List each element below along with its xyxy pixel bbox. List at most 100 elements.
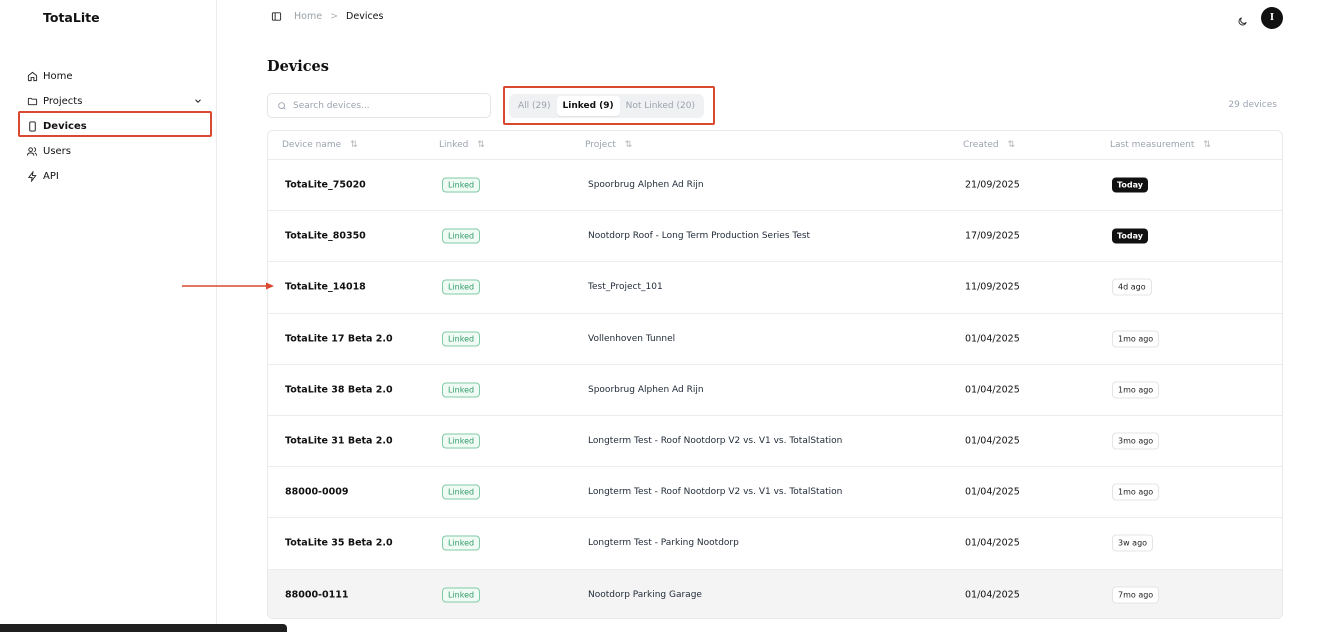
linked-cell: Linked	[442, 382, 481, 398]
column-label: Last measurement	[1110, 140, 1195, 150]
linked-cell: Linked	[442, 279, 481, 295]
device-name[interactable]: TotaLite 17 Beta 2.0	[285, 333, 393, 344]
annotation-arrow-icon	[182, 282, 274, 290]
last-measurement-cell: 3w ago	[1112, 534, 1154, 552]
project-name[interactable]: Nootdorp Parking Garage	[588, 590, 702, 600]
last-measurement-badge: 1mo ago	[1112, 483, 1160, 501]
sort-icon[interactable]: ⇅	[477, 140, 485, 150]
last-measurement-cell: 1mo ago	[1112, 483, 1160, 501]
device-name[interactable]: TotaLite 38 Beta 2.0	[285, 384, 393, 395]
brand-logo[interactable]: TotaLite	[43, 10, 100, 25]
last-measurement-badge: 1mo ago	[1112, 330, 1160, 348]
created-date: 01/04/2025	[965, 384, 1020, 396]
status-badge: Linked	[442, 177, 481, 193]
sidebar-toggle-icon[interactable]	[271, 11, 282, 22]
table-row[interactable]: TotaLite 38 Beta 2.0 Linked Spoorbrug Alph…	[268, 365, 1282, 416]
table-row[interactable]: 88000-0009 Linked Longterm Test - Roof Noo…	[268, 467, 1282, 519]
status-badge: Linked	[442, 535, 481, 551]
sort-icon[interactable]: ⇅	[625, 140, 633, 150]
breadcrumb-separator: >	[330, 11, 339, 22]
last-measurement-badge: Today	[1112, 177, 1148, 193]
column-last-measurement[interactable]: Last measurement ⇅	[1110, 140, 1211, 150]
table-body: TotaLite_75020 Linked Spoorbrug Alphen Ad …	[268, 160, 1282, 618]
table-row[interactable]: TotaLite_14018 Linked Test_Project_101 11/0…	[268, 262, 1282, 314]
sort-icon[interactable]: ⇅	[1203, 140, 1211, 150]
page-title: Devices	[267, 58, 329, 75]
status-badge: Linked	[442, 587, 481, 603]
breadcrumb-current: Devices	[346, 11, 384, 22]
last-measurement-cell: 1mo ago	[1112, 381, 1160, 399]
device-name[interactable]: 88000-0111	[285, 590, 348, 601]
project-name[interactable]: Spoorbrug Alphen Ad Rijn	[588, 385, 704, 395]
sidebar-item-users[interactable]: Users	[18, 139, 211, 164]
devices-highlight-box	[18, 111, 212, 137]
table-row[interactable]: TotaLite 17 Beta 2.0 Linked Vollenhoven Tu…	[268, 314, 1282, 365]
created-date: 01/04/2025	[965, 537, 1020, 549]
sort-icon[interactable]: ⇅	[1008, 140, 1016, 150]
status-badge: Linked	[442, 382, 481, 398]
column-created[interactable]: Created ⇅	[963, 140, 1015, 150]
device-name[interactable]: 88000-0009	[285, 487, 348, 498]
chevron-down-icon[interactable]	[193, 96, 203, 106]
created-date: 01/04/2025	[965, 333, 1020, 345]
status-badge: Linked	[442, 228, 481, 244]
linked-cell: Linked	[442, 433, 481, 449]
breadcrumb-home[interactable]: Home	[294, 11, 322, 22]
table-row[interactable]: TotaLite_80350 Linked Nootdorp Roof - Long…	[268, 211, 1282, 263]
last-measurement-badge: 3w ago	[1112, 534, 1154, 552]
device-name[interactable]: TotaLite_75020	[285, 180, 366, 191]
device-name[interactable]: TotaLite_80350	[285, 231, 366, 242]
device-name[interactable]: TotaLite_14018	[285, 282, 366, 293]
sidebar: TotaLite Home Projects Devices Users API	[0, 0, 217, 632]
sidebar-item-home[interactable]: Home	[18, 64, 211, 89]
linked-cell: Linked	[442, 177, 481, 193]
column-device-name[interactable]: Device name ⇅	[282, 140, 358, 150]
status-badge: Linked	[442, 331, 481, 347]
table-row[interactable]: TotaLite 31 Beta 2.0 Linked Longterm Test …	[268, 416, 1282, 468]
last-measurement-cell: 4d ago	[1112, 278, 1152, 296]
column-label: Project	[585, 140, 616, 150]
created-date: 01/04/2025	[965, 589, 1020, 601]
project-name[interactable]: Longterm Test - Roof Nootdorp V2 vs. V1 …	[588, 436, 842, 446]
users-icon	[26, 146, 38, 158]
project-name[interactable]: Nootdorp Roof - Long Term Production Ser…	[588, 231, 810, 241]
search-input[interactable]	[293, 100, 473, 111]
sidebar-item-label: Projects	[43, 96, 83, 107]
sidebar-item-label: Home	[43, 71, 73, 82]
project-name[interactable]: Longterm Test - Roof Nootdorp V2 vs. V1 …	[588, 487, 842, 497]
project-name[interactable]: Longterm Test - Parking Nootdorp	[588, 538, 739, 548]
status-bar	[0, 624, 287, 632]
created-date: 11/09/2025	[965, 281, 1020, 293]
home-icon	[26, 71, 38, 83]
sidebar-item-label: API	[43, 171, 59, 182]
sidebar-item-api[interactable]: API	[18, 164, 211, 189]
sort-icon[interactable]: ⇅	[350, 140, 358, 150]
device-name[interactable]: TotaLite 31 Beta 2.0	[285, 436, 393, 447]
last-measurement-cell: 7mo ago	[1112, 586, 1160, 604]
project-name[interactable]: Vollenhoven Tunnel	[588, 334, 675, 344]
table-row[interactable]: TotaLite 35 Beta 2.0 Linked Longterm Test …	[268, 518, 1282, 570]
column-linked[interactable]: Linked ⇅	[439, 140, 485, 150]
device-name[interactable]: TotaLite 35 Beta 2.0	[285, 538, 393, 549]
linked-cell: Linked	[442, 331, 481, 347]
avatar[interactable]: I	[1261, 7, 1283, 29]
created-date: 21/09/2025	[965, 179, 1020, 191]
created-date: 01/04/2025	[965, 486, 1020, 498]
last-measurement-badge: 7mo ago	[1112, 586, 1160, 604]
folder-icon	[26, 96, 38, 108]
table-row[interactable]: 88000-0111 Linked Nootdorp Parking Garage 0…	[268, 569, 1282, 618]
last-measurement-badge: Today	[1112, 228, 1148, 244]
project-name[interactable]: Spoorbrug Alphen Ad Rijn	[588, 180, 704, 190]
status-badge: Linked	[442, 484, 481, 500]
table-row[interactable]: TotaLite_75020 Linked Spoorbrug Alphen Ad …	[268, 160, 1282, 212]
column-label: Linked	[439, 140, 469, 150]
project-name[interactable]: Test_Project_101	[588, 282, 663, 292]
sidebar-item-label: Users	[43, 146, 72, 157]
last-measurement-cell: 1mo ago	[1112, 330, 1160, 348]
status-badge: Linked	[442, 433, 481, 449]
column-label: Created	[963, 140, 999, 150]
theme-toggle-icon[interactable]	[1237, 12, 1248, 31]
search-box[interactable]	[267, 93, 491, 118]
column-project[interactable]: Project ⇅	[585, 140, 632, 150]
last-measurement-cell: Today	[1112, 177, 1148, 193]
